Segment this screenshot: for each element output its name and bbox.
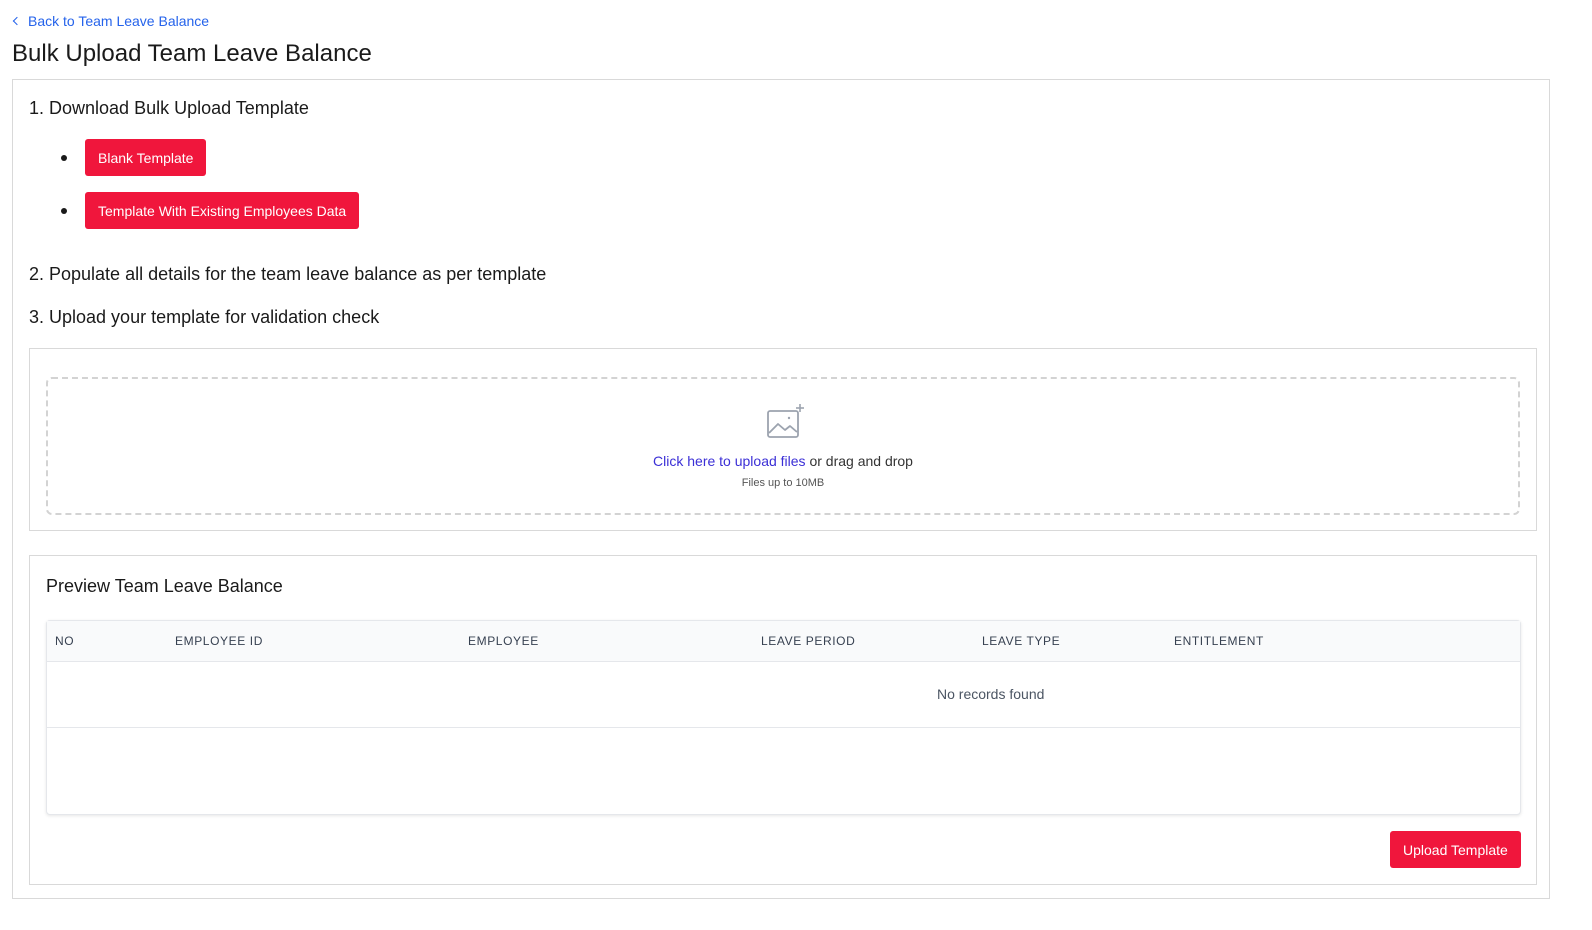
- image-upload-icon: [767, 404, 804, 438]
- back-link-label: Back to Team Leave Balance: [28, 13, 210, 29]
- back-link[interactable]: Back to Team Leave Balance: [12, 13, 209, 29]
- empty-row: No records found: [47, 661, 1520, 728]
- step-1-heading: 1. Download Bulk Upload Template: [29, 98, 309, 118]
- upload-template-button[interactable]: Upload Template: [1390, 831, 1521, 868]
- upload-files-link[interactable]: Click here to upload files: [653, 453, 806, 469]
- column-header-leave-period: LEAVE PERIOD: [761, 634, 856, 648]
- bulk-upload-card: 1. Download Bulk Upload Template Blank T…: [12, 79, 1550, 899]
- upload-card: Click here to upload files or drag and d…: [29, 348, 1537, 531]
- drag-drop-text: or drag and drop: [805, 453, 913, 469]
- page-title: Bulk Upload Team Leave Balance: [12, 40, 372, 67]
- page: Back to Team Leave Balance Bulk Upload T…: [0, 0, 1592, 930]
- preview-title: Preview Team Leave Balance: [46, 576, 283, 596]
- no-records-text: No records found: [937, 686, 1045, 702]
- bullet: [61, 208, 67, 214]
- existing-employees-template-button[interactable]: Template With Existing Employees Data: [85, 192, 360, 229]
- column-header-no: NO: [55, 634, 75, 648]
- file-dropzone[interactable]: Click here to upload files or drag and d…: [46, 377, 1520, 515]
- preview-card: Preview Team Leave Balance NO EMPLOYEE I…: [29, 555, 1537, 885]
- table-header: NO EMPLOYEE ID EMPLOYEE LEAVE PERIOD LEA…: [47, 621, 1520, 662]
- column-header-entitlement: ENTITLEMENT: [1174, 634, 1264, 648]
- dropzone-instructions: Click here to upload files or drag and d…: [48, 453, 1518, 469]
- preview-table: NO EMPLOYEE ID EMPLOYEE LEAVE PERIOD LEA…: [46, 620, 1521, 815]
- column-header-employee: EMPLOYEE: [468, 634, 539, 648]
- column-header-employee-id: EMPLOYEE ID: [175, 634, 263, 648]
- step-2-heading: 2. Populate all details for the team lea…: [29, 264, 547, 284]
- column-header-leave-type: LEAVE TYPE: [982, 634, 1061, 648]
- bullet: [61, 155, 67, 161]
- step-3-heading: 3. Upload your template for validation c…: [29, 307, 380, 327]
- chevron-left-icon: [12, 16, 22, 26]
- blank-template-button[interactable]: Blank Template: [85, 139, 207, 176]
- file-size-hint: Files up to 10MB: [741, 477, 825, 489]
